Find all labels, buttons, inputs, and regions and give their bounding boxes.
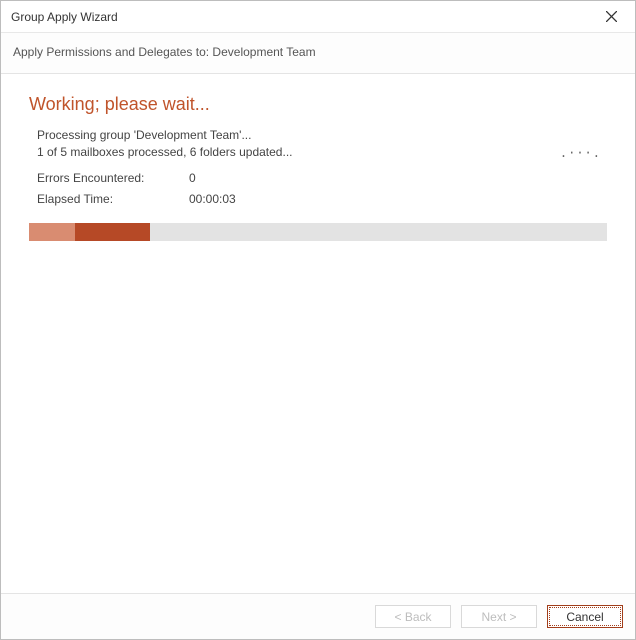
next-button: Next > [461, 605, 537, 628]
status-line-2: 1 of 5 mailboxes processed, 6 folders up… [37, 144, 607, 161]
elapsed-label: Elapsed Time: [37, 191, 189, 208]
progress-fill [75, 223, 150, 241]
status-block: Processing group 'Development Team'... 1… [37, 127, 607, 209]
cancel-button[interactable]: Cancel [547, 605, 623, 628]
elapsed-value: 00:00:03 [189, 191, 236, 208]
errors-label: Errors Encountered: [37, 170, 189, 187]
window-title: Group Apply Wizard [11, 10, 591, 24]
footer-bar: < Back Next > Cancel [1, 593, 635, 639]
errors-row: Errors Encountered: 0 [37, 170, 607, 187]
status-line-1: Processing group 'Development Team'... [37, 127, 607, 144]
progress-bar [29, 223, 607, 241]
titlebar: Group Apply Wizard [1, 1, 635, 33]
subtitle-bar: Apply Permissions and Delegates to: Deve… [1, 33, 635, 74]
subtitle-text: Apply Permissions and Delegates to: Deve… [13, 45, 316, 59]
back-button: < Back [375, 605, 451, 628]
close-button[interactable] [591, 3, 631, 31]
close-icon [606, 11, 617, 22]
spinner-icon: .···. [560, 146, 601, 160]
working-heading: Working; please wait... [29, 94, 607, 115]
elapsed-row: Elapsed Time: 00:00:03 [37, 191, 607, 208]
wizard-dialog: Group Apply Wizard Apply Permissions and… [0, 0, 636, 640]
content-area: Working; please wait... Processing group… [1, 74, 635, 593]
progress-fill-buffer [29, 223, 75, 241]
errors-value: 0 [189, 170, 196, 187]
